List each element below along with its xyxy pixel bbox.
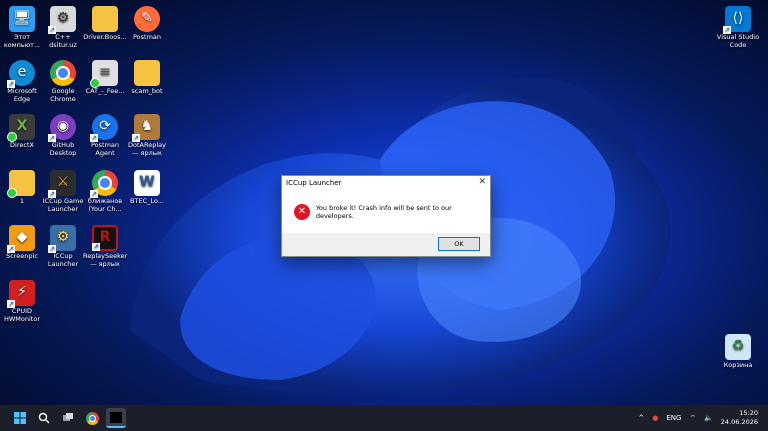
desktop-icon-label: C++ dsitur.uz: [49, 33, 77, 49]
desktop-icon-replayseeker[interactable]: R ↗ ReplaySeeker — ярлык: [83, 225, 127, 268]
desktop-icon-label: Microsoft Edge: [7, 87, 37, 103]
language-indicator[interactable]: ENG: [666, 414, 681, 422]
iccup-icon: ⚔ ↗: [48, 170, 76, 198]
system-tray: ^ ● ENG ⌔ 🔈 15:20 24.06.2026: [638, 405, 768, 431]
folder-icon: [134, 60, 160, 86]
search-icon: [38, 412, 50, 424]
desktop-icon-label: ближанов (Your Ch...: [87, 197, 123, 213]
desktop-icon-label: Google Chrome: [50, 87, 76, 103]
clock-date: 24.06.2026: [720, 418, 758, 426]
dialog-footer: OK: [282, 233, 490, 255]
desktop-icon-chrome-profile[interactable]: ↗ ближанов (Your Ch...: [83, 170, 127, 213]
task-view-button[interactable]: [58, 408, 78, 428]
search-button[interactable]: [34, 408, 54, 428]
desktop-icon-label: Driver.Boos...: [83, 33, 127, 41]
volume-icon[interactable]: 🔈: [704, 414, 713, 422]
desktop-icon-label: GitHub Desktop: [49, 141, 77, 157]
folder-icon: [92, 6, 118, 32]
tray-chevron-icon[interactable]: ^: [638, 414, 644, 422]
dialog-title: ICCup Launcher: [286, 179, 342, 187]
desktop-icon-label: Этот компьют...: [3, 33, 41, 49]
document-icon: ≡: [90, 60, 118, 88]
desktop-icon-this-pc[interactable]: 🖥 Этот компьют...: [0, 6, 44, 49]
desktop-icon-dotareplay[interactable]: ♞ ↗ DotAReplay — ярлык: [125, 114, 169, 157]
github-icon: ◉ ↗: [48, 114, 76, 142]
desktop-icon-vscode[interactable]: ⟨⟩ ↗ Visual Studio Code: [716, 6, 760, 49]
desktop-icon-driver-booster[interactable]: Driver.Boos...: [83, 6, 127, 42]
desktop-icon-label: BTEC_Lo...: [130, 197, 164, 205]
file-icon: ⚙ ↗: [48, 6, 76, 34]
desktop-icon-label: ReplaySeeker — ярлык: [83, 252, 128, 268]
dialog-title-bar[interactable]: ICCup Launcher ✕: [282, 176, 490, 190]
dialog-message: You broke it! Crash info will be sent to…: [315, 203, 452, 220]
desktop-icon-directx[interactable]: X DirectX: [0, 114, 44, 150]
desktop-icon-folder-1[interactable]: 1: [0, 170, 44, 206]
desktop-icon-hwmonitor[interactable]: ⚡ ↗ CPUID HWMonitor: [0, 280, 44, 323]
desktop-icon-label: CPUID HWMonitor: [3, 307, 41, 323]
terminal-taskbar-button[interactable]: [106, 408, 126, 428]
tray-app-icon[interactable]: ●: [652, 414, 658, 422]
clock[interactable]: 15:20 24.06.2026: [721, 409, 758, 427]
postman-agent-icon: ⟳ ↗: [90, 114, 118, 142]
task-view-icon: [63, 413, 73, 421]
desktop-icon-label: 1: [19, 197, 25, 205]
chrome-taskbar-button[interactable]: [82, 408, 102, 428]
wifi-icon[interactable]: ⌔: [689, 414, 696, 423]
desktop-icon-scam-bot[interactable]: scam_bot: [125, 60, 169, 96]
screenpic-icon: ◆ ↗: [7, 225, 35, 253]
desktop-icon-cat-fee[interactable]: ≡ CAT_-_Fee...: [83, 60, 127, 96]
vscode-icon: ⟨⟩ ↗: [723, 6, 751, 34]
desktop-icon-label: Postman: [132, 33, 162, 41]
chrome-icon: ↗: [90, 170, 118, 198]
error-icon: ✕: [294, 203, 310, 220]
desktop-icon-btec-doc[interactable]: W BTEC_Lo...: [125, 170, 169, 206]
desktop-icon-label: ICCup Game Launcher: [42, 197, 84, 213]
desktop-icon-recycle-bin[interactable]: ♻ Корзина: [716, 334, 760, 370]
hwmonitor-icon: ⚡ ↗: [7, 280, 35, 308]
close-icon[interactable]: ✕: [478, 177, 486, 187]
desktop-icon-label: DirectX: [10, 141, 34, 149]
windows-icon: [14, 412, 26, 424]
error-dialog: ICCup Launcher ✕ ✕ You broke it! Crash i…: [281, 175, 491, 257]
taskbar: ^ ● ENG ⌔ 🔈 15:20 24.06.2026: [0, 405, 768, 431]
desktop-icon-label: DotAReplay — ярлык: [128, 141, 166, 157]
start-button[interactable]: [10, 408, 30, 428]
desktop-icon-label: CAT_-_Fee...: [85, 87, 125, 95]
dotareplay-icon: ♞ ↗: [132, 114, 160, 142]
desktop-icon-label: Корзина: [723, 361, 753, 369]
desktop-icon-label: ICCup Launcher: [47, 252, 79, 268]
iccup-launcher-icon: ⚙ ↗: [48, 225, 76, 253]
computer-icon: 🖥: [9, 6, 35, 32]
recycle-bin-icon: ♻: [725, 334, 751, 360]
folder-icon: [7, 170, 35, 198]
chrome-icon: [50, 60, 76, 86]
clock-time: 15:20: [739, 409, 758, 417]
desktop-icon-label: Visual Studio Code: [716, 33, 760, 49]
desktop-icon-label: Screenpic: [6, 252, 38, 260]
desktop-icon-edge[interactable]: e ↗ Microsoft Edge: [0, 60, 44, 103]
terminal-icon: [110, 411, 122, 423]
desktop-icon-postman[interactable]: ✎ Postman: [125, 6, 169, 42]
desktop-icon-chrome[interactable]: Google Chrome: [41, 60, 85, 103]
dialog-body: ✕ You broke it! Crash info will be sent …: [282, 190, 490, 233]
desktop-icon-cpp[interactable]: ⚙ ↗ C++ dsitur.uz: [41, 6, 85, 49]
chrome-icon: [85, 411, 99, 425]
ok-button[interactable]: OK: [438, 237, 480, 251]
desktop-icon-iccup-game-launcher[interactable]: ⚔ ↗ ICCup Game Launcher: [41, 170, 85, 213]
directx-icon: X: [7, 114, 35, 142]
desktop-icon-iccup-launcher[interactable]: ⚙ ↗ ICCup Launcher: [41, 225, 85, 268]
desktop-icon-github-desktop[interactable]: ◉ ↗ GitHub Desktop: [41, 114, 85, 157]
desktop-icon-label: Postman Agent: [90, 141, 120, 157]
desktop-icon-label: scam_bot: [131, 87, 163, 95]
replayseeker-icon: R ↗: [92, 225, 118, 251]
edge-icon: e ↗: [7, 60, 35, 88]
desktop-icon-postman-agent[interactable]: ⟳ ↗ Postman Agent: [83, 114, 127, 157]
desktop-icon-screenpic[interactable]: ◆ ↗ Screenpic: [0, 225, 44, 261]
postman-icon: ✎: [134, 6, 160, 32]
word-icon: W: [134, 170, 160, 196]
